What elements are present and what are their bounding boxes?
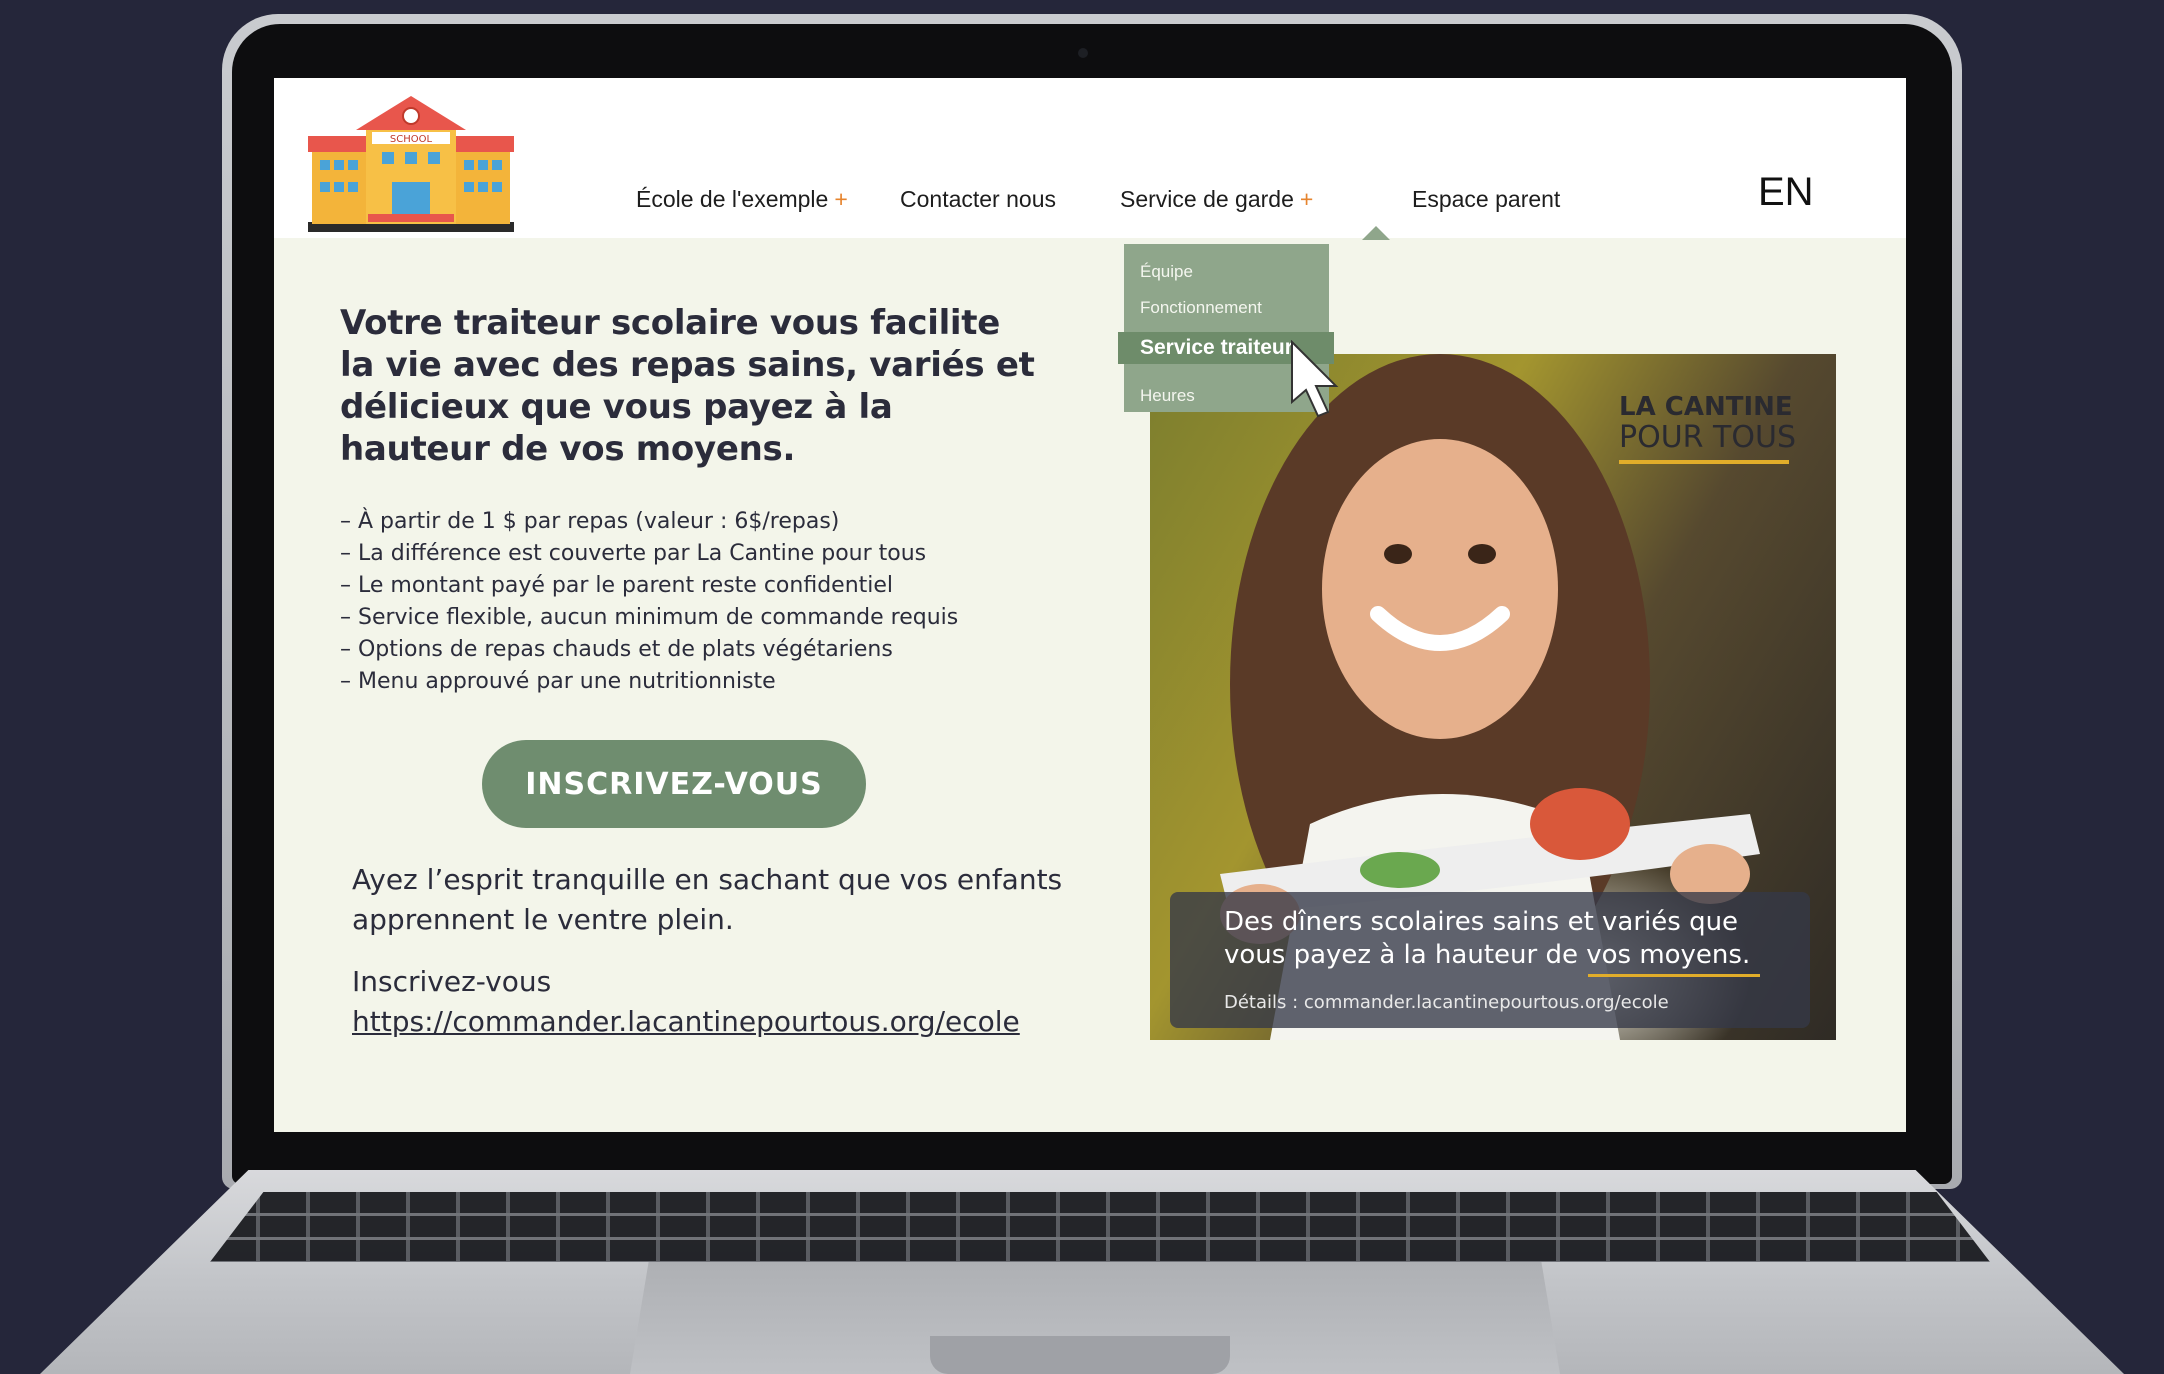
promo-details-text: Détails : commander.lacantinepourtous.or… (1224, 992, 1669, 1013)
nav-ecole-label: École de l'exemple (636, 186, 829, 212)
list-item: – À partir de 1 $ par repas (valeur : 6$… (340, 509, 840, 534)
signup-block: Inscrivez-vous https://commander.lacanti… (352, 962, 1020, 1042)
brand-line-2: POUR TOUS (1619, 420, 1796, 455)
nav-item-espace-parent[interactable]: Espace parent (1412, 186, 1560, 213)
caption-underline (1588, 974, 1760, 977)
promo-caption-text: Des dîners scolaires sains et variés que… (1224, 907, 1751, 970)
promo-caption-box: Des dîners scolaires sains et variés que… (1170, 892, 1810, 1028)
svg-text:SCHOOL: SCHOOL (390, 134, 433, 145)
list-item: – Service flexible, aucun minimum de com… (340, 605, 959, 630)
reassurance-text: Ayez l’esprit tranquille en sachant que … (352, 863, 1063, 936)
mouse-cursor-icon (1291, 340, 1339, 418)
nav-item-ecole[interactable]: École de l'exemple + (636, 186, 848, 213)
language-switch[interactable]: EN (1758, 170, 1814, 215)
webcam (1078, 48, 1088, 58)
list-item: – Menu approuvé par une nutritionniste (340, 669, 776, 694)
laptop-notch (930, 1336, 1230, 1374)
list-item: – La différence est couverte par La Cant… (340, 541, 927, 566)
list-item: – Options de repas chauds et de plats vé… (340, 637, 893, 662)
school-logo-icon[interactable]: SCHOOL (308, 96, 514, 232)
website-screen: SCHOOL École de l'exemple + Contacter nou… (274, 78, 1906, 1132)
dropdown-caret-icon (1362, 226, 1390, 240)
nav-ecole-plus: + (834, 186, 848, 212)
brand-underline (1619, 460, 1790, 464)
promo-image: LA CANTINE POUR TOUS Des dîners scolaire… (1150, 354, 1836, 1040)
dropdown-active-label: Service traiteur (1140, 336, 1293, 359)
nav-item-service-de-garde[interactable]: Service de garde + (1120, 186, 1313, 213)
brand-line-1: LA CANTINE (1619, 392, 1793, 422)
nav-garde-plus: + (1299, 186, 1314, 212)
nav-contacter-label: Contacter nous (900, 186, 1056, 212)
signup-link[interactable]: https://commander.lacantinepourtous.org/… (352, 1005, 1020, 1038)
signup-button[interactable]: INSCRIVEZ-VOUS (482, 740, 866, 828)
nav-espace-label: Espace parent (1412, 186, 1561, 212)
laptop-keyboard (210, 1192, 1990, 1262)
dropdown-item-heures[interactable]: Heures (1140, 386, 1195, 406)
benefits-list: – À partir de 1 $ par repas (valeur : 6$… (340, 506, 958, 698)
promo-brand-logo: LA CANTINE POUR TOUS (1619, 392, 1796, 464)
dropdown-item-equipe[interactable]: Équipe (1140, 262, 1193, 282)
nav-garde-label: Service de garde (1120, 186, 1294, 212)
dropdown-item-fonctionnement[interactable]: Fonctionnement (1140, 298, 1262, 318)
hero-headline: Votre traiteur scolaire vous facilite la… (340, 303, 1035, 469)
list-item: – Le montant payé par le parent reste co… (340, 573, 894, 598)
signup-label: Inscrivez-vous (352, 965, 552, 998)
site-header: SCHOOL École de l'exemple + Contacter nou… (274, 78, 1906, 238)
nav-item-contacter[interactable]: Contacter nous (900, 186, 1056, 213)
